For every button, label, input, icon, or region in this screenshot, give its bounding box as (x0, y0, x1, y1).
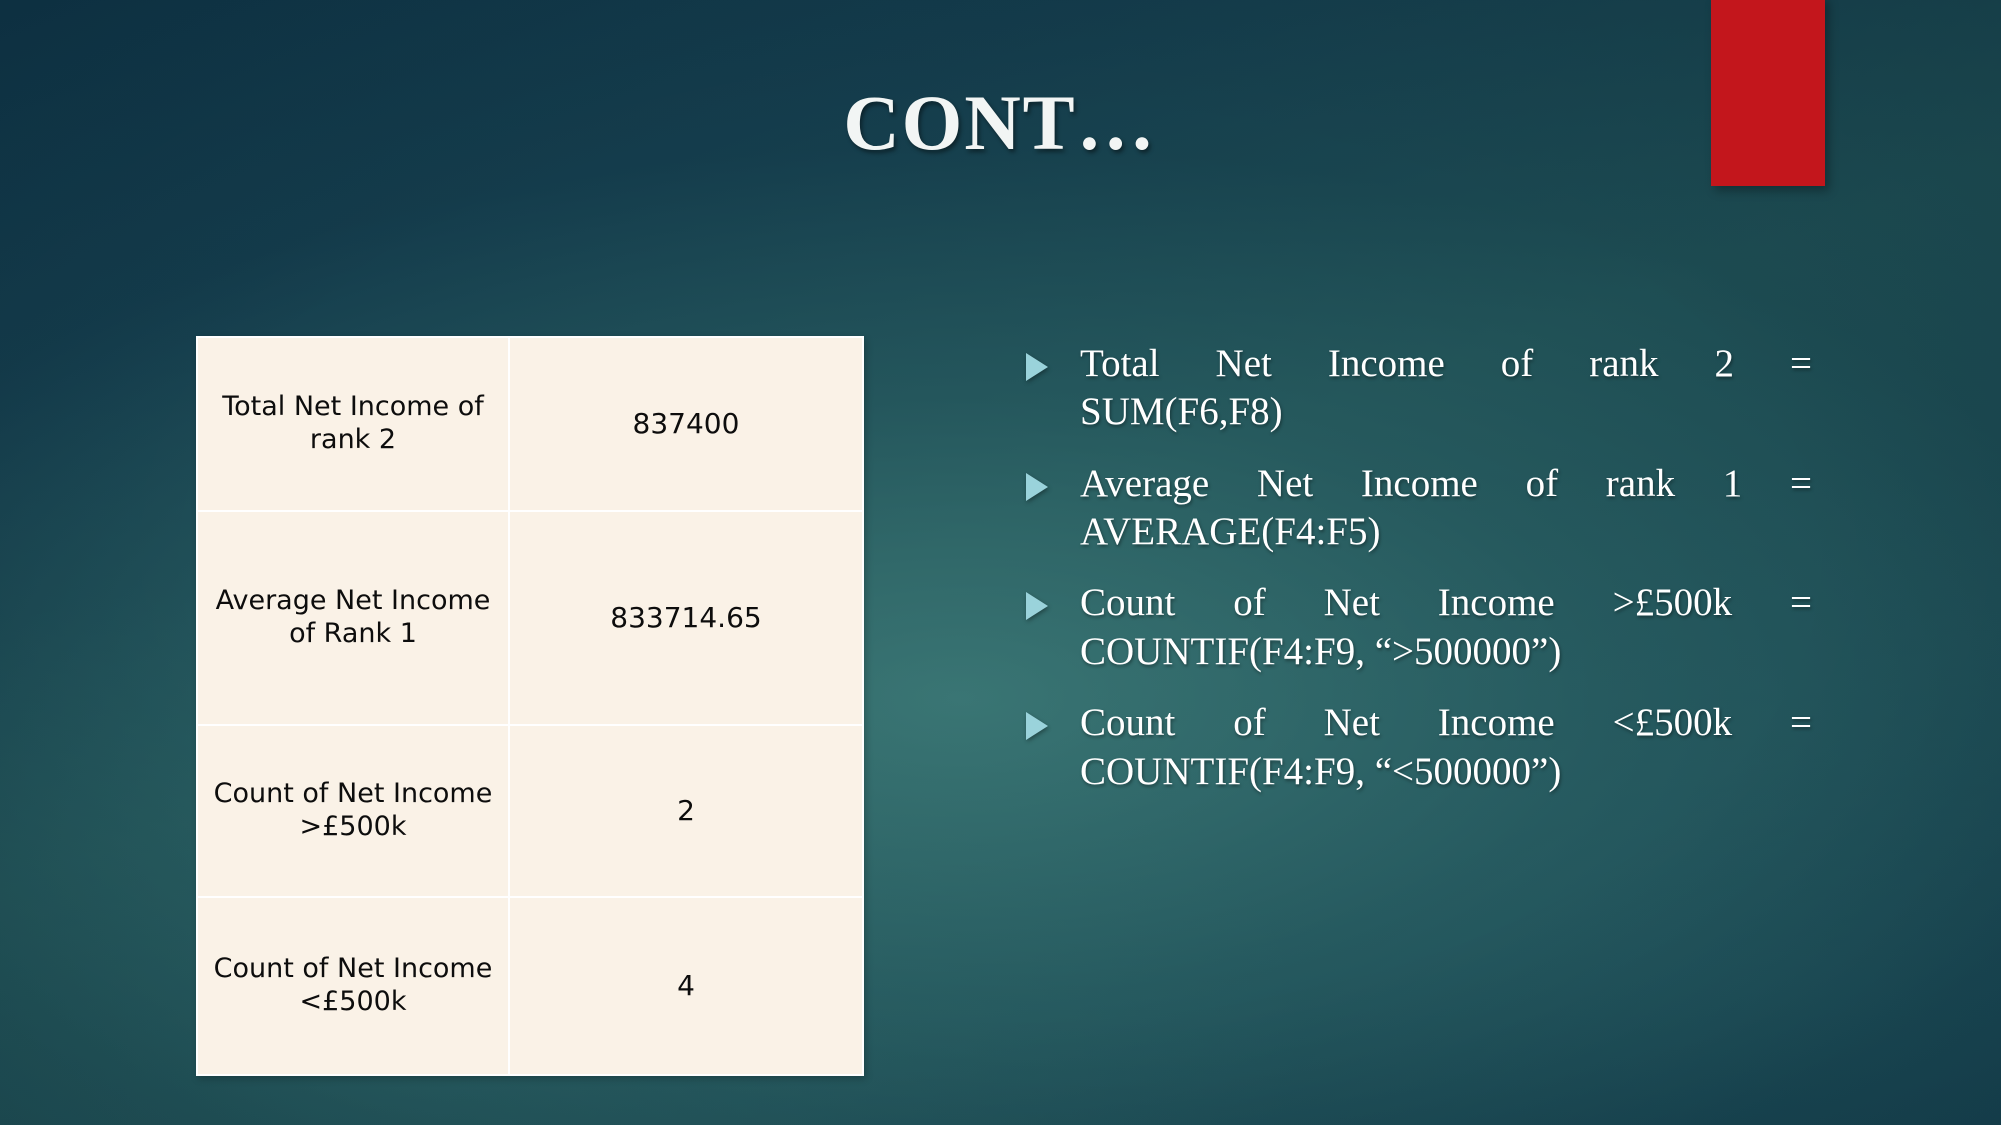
table-row: Count of Net Income >£500k 2 (196, 724, 864, 898)
list-item: Count of Net Income <£500k = COUNTIF(F4:… (1022, 699, 1812, 796)
list-item-text: Count of Net Income >£500k = COUNTIF(F4:… (1080, 579, 1812, 676)
table-row: Total Net Income of rank 2 837400 (196, 336, 864, 512)
list-item-line: Average Net Income of rank 1 = (1080, 461, 1812, 505)
presentation-slide: CONT… Total Net Income of rank 2 837400 … (0, 0, 2001, 1125)
table-cell-value: 837400 (508, 336, 864, 512)
list-item-line: COUNTIF(F4:F9, “>500000”) (1080, 629, 1562, 673)
table-cell-label: Total Net Income of rank 2 (196, 336, 510, 512)
table-cell-label: Count of Net Income >£500k (196, 724, 510, 898)
triangle-bullet-icon (1026, 472, 1048, 501)
table-cell-value: 2 (508, 724, 864, 898)
list-item: Count of Net Income >£500k = COUNTIF(F4:… (1022, 579, 1812, 676)
list-item: Total Net Income of rank 2 = SUM(F6,F8) (1022, 340, 1812, 437)
red-accent-block (1711, 0, 1825, 186)
table-cell-label: Average Net Income of Rank 1 (196, 510, 510, 726)
list-item-line: AVERAGE(F4:F5) (1080, 510, 1381, 554)
table-cell-value: 833714.65 (508, 510, 864, 726)
table-cell-label: Count of Net Income <£500k (196, 896, 510, 1076)
triangle-bullet-icon (1026, 592, 1048, 621)
triangle-bullet-icon (1026, 353, 1048, 381)
list-item-text: Total Net Income of rank 2 = SUM(F6,F8) (1080, 340, 1812, 437)
table-cell-value: 4 (508, 896, 864, 1076)
table-row: Count of Net Income <£500k 4 (196, 896, 864, 1076)
page-title: CONT… (843, 79, 1157, 166)
list-item-line: SUM(F6,F8) (1080, 390, 1283, 434)
table-row: Average Net Income of Rank 1 833714.65 (196, 510, 864, 726)
list-item: Average Net Income of rank 1 = AVERAGE(F… (1022, 460, 1812, 557)
triangle-bullet-icon (1026, 712, 1048, 741)
list-item-line: Total Net Income of rank 2 = (1080, 342, 1812, 385)
list-item-text: Average Net Income of rank 1 = AVERAGE(F… (1080, 460, 1812, 557)
summary-statistics-table: Total Net Income of rank 2 837400 Averag… (196, 336, 864, 1076)
list-item-line: Count of Net Income <£500k = (1080, 701, 1812, 745)
list-item-line: COUNTIF(F4:F9, “<500000”) (1080, 749, 1562, 793)
list-item-text: Count of Net Income <£500k = COUNTIF(F4:… (1080, 699, 1812, 796)
formula-bullet-list: Total Net Income of rank 2 = SUM(F6,F8) … (1022, 340, 1812, 819)
list-item-line: Count of Net Income >£500k = (1080, 581, 1812, 625)
